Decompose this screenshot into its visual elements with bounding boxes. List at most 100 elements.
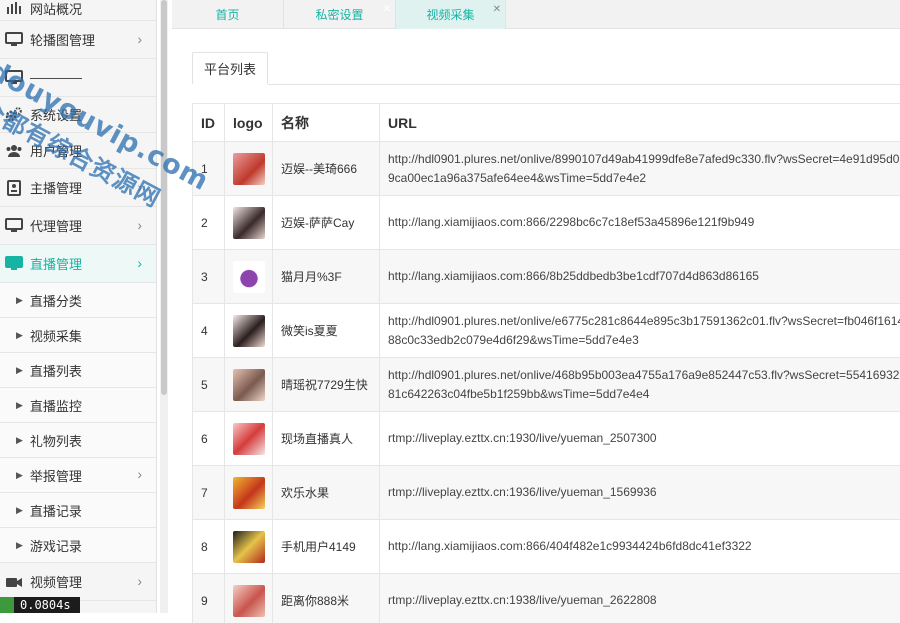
sidebar-subitem-gift-list[interactable]: ▶礼物列表 (0, 423, 156, 458)
table-row[interactable]: 2迈娱-萨萨Cayhttp://lang.xiamijiaos.com:866/… (193, 196, 900, 250)
table-row[interactable]: 6 现场直播真人rtmp://liveplay.ezttx.cn:1930/liv… (193, 412, 900, 466)
sidebar-subitem-game-record[interactable]: ▶游戏记录 (0, 528, 156, 563)
logo-image (233, 315, 265, 347)
table-row[interactable]: 7 欢乐水果rtmp://liveplay.ezttx.cn:1936/live/… (193, 466, 900, 520)
sidebar-item-anchors[interactable]: 主播管理 › (0, 169, 156, 207)
logo-image (233, 207, 265, 239)
logo-image (233, 477, 265, 509)
cell-logo (225, 358, 273, 412)
sidebar-subitem-video-collect[interactable]: ▶视频采集 (0, 318, 156, 353)
sidebar-subitem-live-record[interactable]: ▶直播记录 (0, 493, 156, 528)
logo-image (233, 369, 265, 401)
cell-name: 迈娱-萨萨Cay (273, 196, 380, 250)
table-row[interactable]: 9距离你888米rtmp://liveplay.ezttx.cn:1938/li… (193, 574, 900, 623)
sidebar-item-agents[interactable]: 代理管理 › (0, 207, 156, 245)
cell-id: 9 (193, 574, 225, 623)
chevron-right-icon: › (137, 466, 142, 482)
page-tabs: 首页 私密设置 ✕ 视频采集 ✕ (172, 0, 900, 29)
logo-image (233, 153, 265, 185)
cell-url: rtmp://liveplay.ezttx.cn:1938/live/yuema… (380, 574, 900, 623)
cell-id: 5 (193, 358, 225, 412)
sidebar: 网站概况 轮播图管理 › ———— 系统设置 用户管理 主播管理 › (0, 0, 157, 613)
divider (268, 84, 900, 85)
cell-id: 2 (193, 196, 225, 250)
cell-id: 3 (193, 250, 225, 304)
cell-url: http://hdl0901.plures.net/onlive/e6775c2… (380, 304, 900, 358)
sidebar-item-live[interactable]: 直播管理 › (0, 245, 156, 283)
cell-url: http://lang.xiamijiaos.com:866/8b25ddbed… (380, 250, 900, 304)
table-row[interactable]: 5晴瑶祝7729生快http://hdl0901.plures.net/onli… (193, 358, 900, 412)
tab-video-collect[interactable]: 视频采集 ✕ (396, 0, 506, 29)
caret-right-icon: ▶ (16, 400, 23, 411)
logo-image (233, 531, 265, 563)
caret-right-icon: ▶ (16, 330, 23, 341)
table-header-row: ID logo 名称 URL (193, 104, 900, 142)
cell-logo (225, 466, 273, 520)
cell-url: http://lang.xiamijiaos.com:866/404f482e1… (380, 520, 900, 574)
sidebar-item-label: 轮播图管理 (30, 30, 95, 49)
scrollbar-thumb[interactable] (161, 0, 167, 395)
chevron-down-icon: › (137, 255, 142, 271)
sidebar-item-users[interactable]: 用户管理 (0, 133, 156, 169)
platform-table: ID logo 名称 URL 1迈娱--美琦666http://hdl0901.… (192, 103, 900, 623)
cell-id: 6 (193, 412, 225, 466)
tab-home[interactable]: 首页 (172, 0, 284, 29)
bar-chart-icon (4, 0, 24, 17)
cell-url: rtmp://liveplay.ezttx.cn:1930/live/yuema… (380, 412, 900, 466)
camera-icon (4, 573, 24, 591)
sidebar-item-blank[interactable]: ———— (0, 59, 156, 97)
cell-logo (225, 520, 273, 574)
cell-name: 微笑is夏夏 (273, 304, 380, 358)
close-icon[interactable]: ✕ (383, 4, 391, 15)
cell-id: 8 (193, 520, 225, 574)
sidebar-item-overview[interactable]: 网站概况 (0, 0, 156, 21)
column-header-id: ID (193, 104, 225, 142)
cell-logo (225, 574, 273, 623)
cell-id: 4 (193, 304, 225, 358)
sidebar-item-carousel[interactable]: 轮播图管理 › (0, 21, 156, 59)
caret-right-icon: ▶ (16, 295, 23, 306)
sidebar-subitem-report[interactable]: ▶举报管理› (0, 458, 156, 493)
close-icon[interactable]: ✕ (493, 4, 501, 15)
load-time-badge: 0.0804s (0, 597, 80, 613)
sidebar-item-label: 直播管理 (30, 254, 82, 273)
tab-platform-list[interactable]: 平台列表 (192, 52, 268, 84)
sidebar-item-label: 代理管理 (30, 216, 82, 235)
tab-privacy-settings[interactable]: 私密设置 ✕ (284, 0, 396, 29)
sidebar-item-label: 用户管理 (30, 141, 82, 160)
cell-id: 7 (193, 466, 225, 520)
users-icon (4, 142, 24, 160)
cell-name: 现场直播真人 (273, 412, 380, 466)
caret-right-icon: ▶ (16, 365, 23, 376)
cell-name: 欢乐水果 (273, 466, 380, 520)
chevron-right-icon: › (137, 31, 142, 47)
monitor-icon (4, 217, 24, 235)
cell-url: http://hdl0901.plures.net/onlive/468b95b… (380, 358, 900, 412)
sidebar-item-label: ———— (30, 70, 82, 85)
logo-image (233, 261, 265, 293)
chevron-right-icon: › (137, 217, 142, 233)
cell-logo (225, 304, 273, 358)
sidebar-subitem-live-list[interactable]: ▶直播列表 (0, 353, 156, 388)
table-row[interactable]: 8 手机用户4149http://lang.xiamijiaos.com:866/… (193, 520, 900, 574)
cell-url: rtmp://liveplay.ezttx.cn:1936/live/yuema… (380, 466, 900, 520)
cell-url: http://hdl0901.plures.net/onlive/8990107… (380, 142, 900, 196)
logo-image (233, 423, 265, 455)
table-row[interactable]: 4 微笑is夏夏http://hdl0901.plures.net/onlive/… (193, 304, 900, 358)
monitor-icon (4, 255, 24, 273)
cell-logo (225, 142, 273, 196)
sidebar-item-videos[interactable]: 视频管理 › (0, 563, 156, 601)
chevron-right-icon: › (137, 573, 142, 589)
sidebar-subitem-live-monitor[interactable]: ▶直播监控 (0, 388, 156, 423)
sidebar-item-label: 系统设置 (30, 105, 82, 124)
cell-name: 手机用户4149 (273, 520, 380, 574)
sidebar-subitem-live-category[interactable]: ▶直播分类 (0, 283, 156, 318)
sidebar-item-settings[interactable]: 系统设置 (0, 97, 156, 133)
sidebar-item-label: 视频管理 (30, 572, 82, 591)
sidebar-scrollbar[interactable] (160, 0, 168, 613)
table-row[interactable]: 3猫月月%3Fhttp://lang.xiamijiaos.com:866/8b… (193, 250, 900, 304)
logo-image (233, 585, 265, 617)
column-header-logo: logo (225, 104, 273, 142)
sidebar-item-label: 主播管理 (30, 178, 82, 197)
table-row[interactable]: 1迈娱--美琦666http://hdl0901.plures.net/onli… (193, 142, 900, 196)
